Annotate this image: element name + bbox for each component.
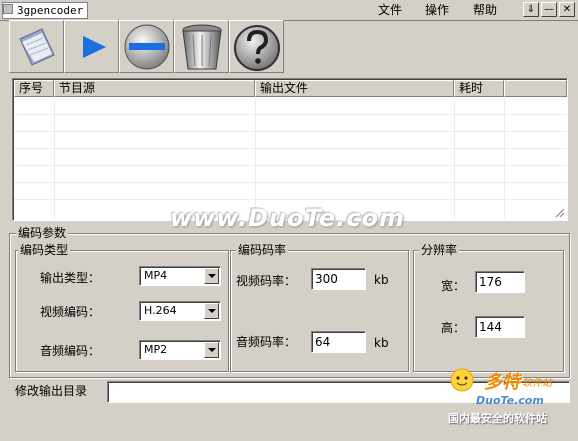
logo-sub: 软件站 xyxy=(522,378,552,389)
bitrate-title: 编码码率 xyxy=(236,243,289,257)
title-bar: 3gpencoder 文件 操作 帮助 ⇓ — ✕ xyxy=(0,0,578,21)
app-title: 3gpencoder xyxy=(2,2,89,19)
row-divider xyxy=(14,131,567,132)
row-divider xyxy=(14,165,567,166)
chevron-down-icon[interactable] xyxy=(204,268,219,284)
column-header-filler xyxy=(504,80,567,97)
audio-bitrate-unit: kb xyxy=(374,336,389,350)
resize-grip-icon[interactable] xyxy=(554,207,565,218)
menu-help[interactable]: 帮助 xyxy=(473,3,497,17)
minus-circle-icon xyxy=(124,24,170,70)
file-list[interactable]: 序号 节目源 输出文件 耗时 xyxy=(12,78,568,221)
help-button[interactable] xyxy=(229,20,284,73)
watermark-text: www.DuoTe.com xyxy=(170,204,405,232)
output-type-value: MP4 xyxy=(144,269,168,282)
video-bitrate-label: 视频码率： xyxy=(236,274,297,288)
column-header-time[interactable]: 耗时 xyxy=(454,80,504,97)
restore-button[interactable]: ⇓ xyxy=(523,2,539,17)
chevron-down-icon[interactable] xyxy=(204,342,219,358)
row-divider xyxy=(14,182,567,183)
menu-file[interactable]: 文件 xyxy=(378,3,402,17)
mascot-icon xyxy=(448,366,478,399)
remove-item-button[interactable] xyxy=(119,20,174,73)
video-bitrate-input[interactable]: 300 xyxy=(311,268,366,290)
row-divider xyxy=(14,199,567,200)
video-codec-select[interactable]: H.264 xyxy=(139,301,221,321)
row-divider xyxy=(14,148,567,149)
logo-cn: 多特 xyxy=(484,372,520,393)
video-bitrate-unit: kb xyxy=(374,273,389,287)
clear-list-button[interactable] xyxy=(174,20,229,73)
output-type-label: 输出类型： xyxy=(40,271,101,285)
width-label: 宽： xyxy=(441,279,466,293)
output-dir-label: 修改输出目录 xyxy=(15,384,88,398)
chevron-down-icon[interactable] xyxy=(204,303,219,319)
column-divider xyxy=(504,97,505,219)
audio-codec-select[interactable]: MP2 xyxy=(139,340,221,360)
encode-params-title: 编码参数 xyxy=(16,226,69,240)
column-header-index[interactable]: 序号 xyxy=(14,80,54,97)
audio-bitrate-input[interactable]: 64 xyxy=(311,331,366,353)
audio-codec-label: 音频编码： xyxy=(40,344,101,358)
close-button[interactable]: ✕ xyxy=(559,2,575,17)
width-input[interactable]: 176 xyxy=(475,271,525,293)
start-encode-button[interactable] xyxy=(64,20,119,73)
logo-en: DuoTe.com xyxy=(476,394,544,407)
audio-codec-value: MP2 xyxy=(144,343,168,356)
height-label: 高： xyxy=(441,321,466,335)
encode-type-title: 编码类型 xyxy=(18,243,71,257)
open-file-button[interactable] xyxy=(9,20,64,73)
resolution-title: 分辨率 xyxy=(419,243,460,257)
resolution-group xyxy=(413,250,564,372)
height-input[interactable]: 144 xyxy=(475,316,525,338)
column-divider xyxy=(454,97,455,219)
trash-icon xyxy=(182,24,222,70)
output-type-select[interactable]: MP4 xyxy=(139,266,221,286)
app-icon xyxy=(3,4,13,14)
open-file-icon xyxy=(19,28,55,66)
column-divider xyxy=(54,97,55,219)
video-codec-value: H.264 xyxy=(144,304,177,317)
minimize-button[interactable]: — xyxy=(541,2,557,17)
video-codec-label: 视频编码： xyxy=(40,305,101,319)
column-header-source[interactable]: 节目源 xyxy=(54,80,255,97)
column-divider xyxy=(255,97,256,219)
column-header-output[interactable]: 输出文件 xyxy=(255,80,454,97)
row-divider xyxy=(14,114,567,115)
logo-tagline: 国内最安全的软件站 xyxy=(448,412,547,425)
audio-bitrate-label: 音频码率： xyxy=(236,335,297,349)
question-icon xyxy=(234,25,280,71)
menu-action[interactable]: 操作 xyxy=(425,3,449,17)
play-icon xyxy=(83,36,106,58)
